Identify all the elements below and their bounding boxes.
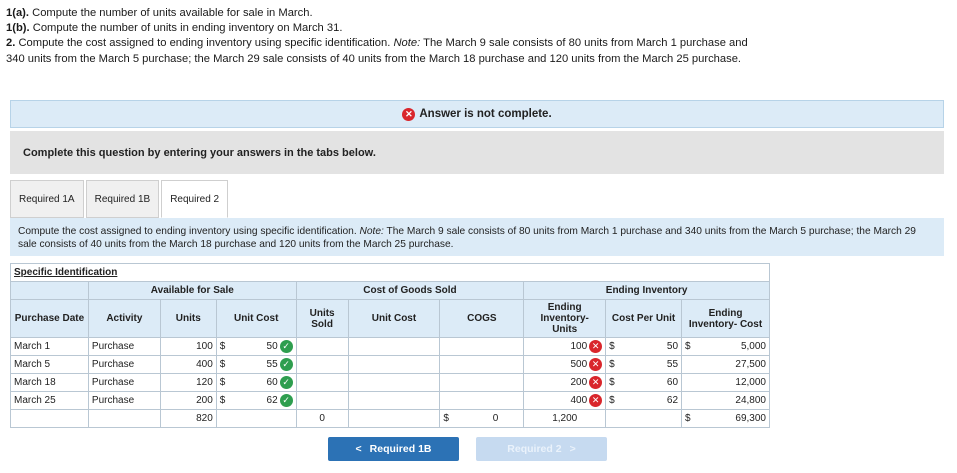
header-unit-cost: Unit Cost (215, 299, 297, 338)
cell-units-sold[interactable] (295, 337, 349, 356)
cell-cogs[interactable] (439, 337, 525, 356)
cell-ending-cost: 12,000 (681, 373, 770, 392)
cell-units: 120 (159, 373, 217, 392)
cell-units: 100 (159, 337, 217, 356)
cell-ending-units[interactable]: 400 ✕ (523, 391, 607, 410)
cell-cost-per-unit: $55 (605, 355, 683, 374)
cell-activity: Purchase (87, 373, 161, 392)
total-ending-cost: $69,300 (681, 409, 770, 428)
cell-date: March 25 (10, 391, 89, 410)
group-cogs: Cost of Goods Sold (295, 281, 525, 300)
total-units-sold: 0 (295, 409, 349, 428)
total-cogs: $0 (439, 409, 525, 428)
totals-row: 820 0 $0 1,200 $69,300 (10, 409, 770, 428)
table-row: March 25 Purchase 200 $62 ✓ 400 ✕ $62 24,8… (10, 391, 770, 410)
table-row: March 1 Purchase 100 $50 ✓ 100 ✕ $50 $5,00… (10, 337, 770, 356)
table-row: March 18 Purchase 120 $60 ✓ 200 ✕ $60 12,0… (10, 373, 770, 392)
cell-ending-units[interactable]: 100 ✕ (523, 337, 607, 356)
cell-cogs-unit-cost[interactable] (347, 391, 441, 410)
cell-unit-cost[interactable]: $62 ✓ (215, 391, 297, 410)
error-icon: ✕ (589, 376, 603, 389)
header-date: Purchase Date (10, 299, 89, 338)
cell-units: 200 (159, 391, 217, 410)
header-cost-per-unit: Cost Per Unit (605, 299, 683, 338)
cell-ending-cost: 27,500 (681, 355, 770, 374)
error-icon: ✕ (402, 107, 416, 121)
tab-content-instructions: Compute the cost assigned to ending inve… (10, 218, 944, 256)
error-icon: ✕ (589, 394, 603, 407)
cell-cost-per-unit: $60 (605, 373, 683, 392)
answer-status-banner: ✕ Answer is not complete. (10, 100, 944, 128)
check-icon: ✓ (279, 358, 293, 371)
instructions: 1(a). Compute the number of units availa… (6, 7, 748, 65)
cell-units-sold[interactable] (295, 391, 349, 410)
header-ending-cost: Ending Inventory- Cost (681, 299, 770, 338)
cell-cost-per-unit: $62 (605, 391, 683, 410)
tab-required-2[interactable]: Required 2 (161, 180, 229, 218)
error-icon: ✕ (589, 340, 603, 353)
complete-question-box: Complete this question by entering your … (10, 131, 944, 174)
check-icon: ✓ (279, 394, 293, 407)
cell-cogs[interactable] (439, 391, 525, 410)
cell-units: 400 (159, 355, 217, 374)
cell-cost-per-unit: $50 (605, 337, 683, 356)
cell-cogs-unit-cost[interactable] (347, 355, 441, 374)
tab-bar: Required 1A Required 1B Required 2 (10, 180, 230, 218)
chevron-right-icon: > (569, 443, 576, 455)
tab-required-1b[interactable]: Required 1B (85, 180, 160, 218)
cell-units-sold[interactable] (295, 355, 349, 374)
prev-required-1b-button[interactable]: < Required 1B (328, 437, 459, 461)
total-units: 820 (159, 409, 217, 428)
cell-unit-cost[interactable]: $55 ✓ (215, 355, 297, 374)
cell-ending-units[interactable]: 200 ✕ (523, 373, 607, 392)
cell-ending-cost: 24,800 (681, 391, 770, 410)
tab-required-1a[interactable]: Required 1A (10, 180, 84, 218)
sheet-title: Specific Identification (10, 263, 770, 282)
header-cogs: COGS (439, 299, 525, 338)
group-available: Available for Sale (87, 281, 297, 300)
next-required-2-button[interactable]: Required 2 > (476, 437, 607, 461)
cell-unit-cost[interactable]: $60 ✓ (215, 373, 297, 392)
group-ending: Ending Inventory (523, 281, 770, 300)
cell-unit-cost[interactable]: $50 ✓ (215, 337, 297, 356)
cell-units-sold[interactable] (295, 373, 349, 392)
table-row: March 5 Purchase 400 $55 ✓ 500 ✕ $55 27,50… (10, 355, 770, 374)
header-ending-units: Ending Inventory- Units (523, 299, 607, 338)
cell-date: March 5 (10, 355, 89, 374)
header-units-sold: Units Sold (295, 299, 349, 338)
total-ending-units: 1,200 (523, 409, 607, 428)
cell-activity: Purchase (87, 355, 161, 374)
check-icon: ✓ (279, 340, 293, 353)
cell-activity: Purchase (87, 391, 161, 410)
error-icon: ✕ (589, 358, 603, 371)
specific-identification-sheet: Specific Identification Available for Sa… (10, 263, 770, 428)
cell-date: March 1 (10, 337, 89, 356)
cell-activity: Purchase (87, 337, 161, 356)
answer-status-text: Answer is not complete. (419, 108, 552, 120)
header-cogs-unit-cost: Unit Cost (347, 299, 441, 338)
complete-question-text: Complete this question by entering your … (23, 146, 376, 159)
cell-cogs-unit-cost[interactable] (347, 337, 441, 356)
check-icon: ✓ (279, 376, 293, 389)
cell-cogs[interactable] (439, 355, 525, 374)
header-units: Units (159, 299, 217, 338)
cell-ending-units[interactable]: 500 ✕ (523, 355, 607, 374)
cell-cogs[interactable] (439, 373, 525, 392)
cell-date: March 18 (10, 373, 89, 392)
chevron-left-icon: < (355, 443, 362, 455)
header-activity: Activity (87, 299, 161, 338)
cell-cogs-unit-cost[interactable] (347, 373, 441, 392)
cell-ending-cost: $5,000 (681, 337, 770, 356)
